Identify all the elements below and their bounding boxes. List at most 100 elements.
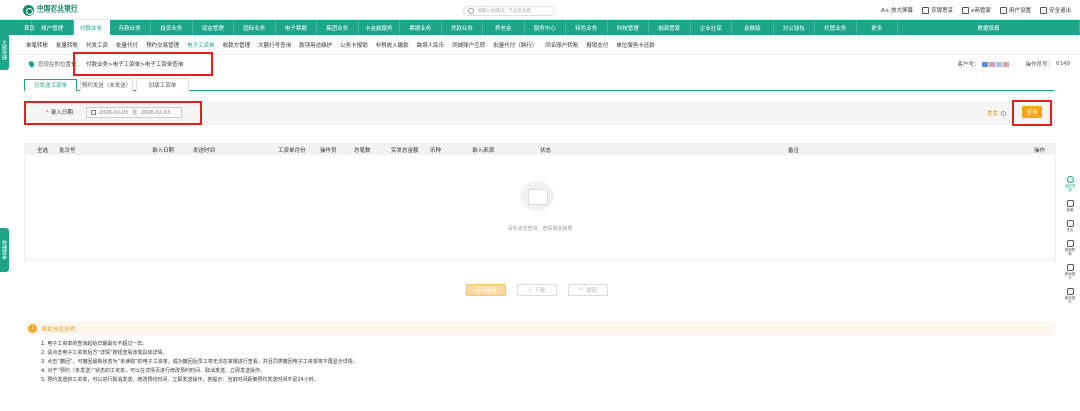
subnav-item[interactable]: 批量代付（跨行） — [493, 41, 537, 49]
abc-share-link[interactable]: 农银悉享 — [922, 6, 953, 14]
col-entry-date: 录入日期 — [152, 148, 175, 154]
nav-item[interactable]: 账户管理 — [32, 20, 74, 35]
operator-value: 0149 — [1056, 61, 1070, 67]
new-bank-tool[interactable]: 新版银行 — [1064, 264, 1076, 280]
tab-legacy-payslips[interactable]: 旧版工资单 — [136, 78, 189, 91]
phone-icon — [1066, 264, 1074, 271]
video-help-tool[interactable]: 视频帮助 — [1064, 240, 1076, 256]
entry-date-label: * 录入日期: — [46, 110, 75, 116]
date-separator: 至 — [132, 110, 138, 116]
download-button[interactable]: ⤓ 下载 — [517, 284, 557, 296]
subnav-item[interactable]: 款项用途维护 — [299, 41, 332, 49]
subnav-item[interactable]: 批量代付 — [116, 41, 138, 49]
query-button[interactable]: 查询 — [1022, 106, 1042, 118]
search-placeholder: 请输入关键词、产品及功能 — [477, 9, 531, 14]
reset-button[interactable]: 重置 — [987, 109, 1006, 117]
breadcrumb-label: 您现在的位置是： — [38, 62, 83, 68]
subnav-item[interactable]: 大额行号查询 — [258, 41, 291, 49]
user-icon — [999, 6, 1007, 14]
help-title: 帮助信息说明 — [42, 326, 76, 333]
large-amount-shortcut-tab[interactable]: 大额快捷 — [0, 30, 9, 70]
subnav-item[interactable]: 代发工资 — [86, 41, 108, 49]
subnav-item[interactable]: 电子工资单 — [187, 41, 215, 49]
nav-item[interactable]: 票据业务 — [400, 20, 442, 35]
search-icon — [468, 8, 474, 14]
subnav-item[interactable]: 报销支付 — [586, 41, 608, 49]
subnav-item[interactable]: 预约交易管理 — [146, 41, 179, 49]
nav-item[interactable]: 现金管理 — [193, 20, 234, 35]
col-total-count: 总笔数 — [354, 148, 371, 154]
nav-item[interactable]: 国际业务 — [234, 20, 276, 35]
feedback-tool[interactable]: 意见 — [1064, 220, 1076, 232]
nav-item[interactable]: 金融链 — [732, 20, 774, 35]
nav-item[interactable]: 贷款业务 — [442, 20, 483, 35]
subnav-item[interactable]: 收款方管理 — [223, 41, 251, 49]
subnav-item[interactable]: 公务卡报销 — [340, 41, 368, 49]
empty-state: 请先点击查询，查看相关结果 — [24, 155, 1056, 260]
col-source: 录入来源 — [472, 148, 495, 154]
tab-scheduled-unsent[interactable]: 预约发送（未发送） — [80, 78, 133, 91]
logout-link[interactable]: 安全退出 — [1039, 6, 1071, 14]
nav-item[interactable]: 卡金融服务 — [359, 20, 400, 35]
date-range-input[interactable]: 2026-02-03 至 2026-02-03 — [86, 107, 182, 118]
e-manager-link[interactable]: e商管家 — [962, 6, 991, 14]
quick-menu-tab[interactable]: 快捷菜单 — [0, 228, 9, 272]
account-info: 客户号： 操作员号： 0149 — [957, 60, 1070, 68]
zoom-link[interactable]: A+ 放大屏幕 — [881, 6, 913, 14]
nav-item[interactable]: 存款业务 — [110, 20, 151, 35]
top-icon — [1066, 176, 1074, 183]
nav-item[interactable]: 特色业务 — [566, 20, 608, 35]
nav-item[interactable]: 养老金 — [483, 20, 525, 35]
subnav-item[interactable]: 单位服务卡还款 — [616, 41, 655, 49]
e-manager-icon — [962, 6, 970, 14]
col-status: 状态 — [540, 148, 552, 154]
nav-item[interactable]: 企业社保 — [691, 20, 732, 35]
location-icon — [27, 60, 36, 68]
user-settings-link[interactable]: 用户设置 — [999, 6, 1031, 14]
nav-item[interactable]: 科技管理 — [608, 20, 649, 35]
feedback-icon — [1066, 220, 1074, 227]
sub-nav: 单笔转账 批量转账 代发工资 批量代付 预约交易管理 电子工资单 收款方管理 大额行号查询 款项… — [0, 35, 1080, 55]
nav-item[interactable]: 数据填报 — [898, 20, 1080, 35]
tab-sent-payslips[interactable]: 已发送工资单 — [24, 79, 77, 92]
nav-item[interactable]: 投资业务 — [151, 20, 193, 35]
subnav-item[interactable]: 批量转账 — [56, 41, 78, 49]
tab-bar: 已发送工资单 预约发送（未发送） 旧版工资单 — [24, 78, 1054, 92]
action-buttons: 打印报表 ⤓ 下载 ↶ 撤回 — [466, 284, 608, 296]
help-list: 1. 电子工资单的查询起始日期最长不超过一年。 2. 请点击电子工资单后方“详情… — [41, 340, 358, 385]
nav-item[interactable]: 服务中心 — [525, 20, 566, 35]
customer-service-tool[interactable]: 客服 — [1064, 200, 1076, 212]
col-select-all[interactable]: 全选 — [37, 146, 48, 154]
empty-box-icon — [520, 181, 554, 211]
help-item: 1. 电子工资单的查询起始日期最长不超过一年。 — [41, 341, 148, 347]
start-date[interactable]: 2026-02-03 — [99, 110, 128, 116]
col-payslip-month: 工资单月份 — [278, 148, 306, 154]
subnav-item[interactable]: 非税收入缴款 — [376, 41, 409, 49]
main-nav: 首页 账户管理 付款业务 存款业务 投资业务 现金管理 国际业务 电子票据 集团业务 卡金融服务票… — [0, 20, 1080, 35]
filter-panel: * 录入日期: 2026-02-03 至 2026-02-03 重置 查询 — [24, 101, 1056, 125]
print-report-button[interactable]: 打印报表 — [466, 284, 506, 296]
end-date[interactable]: 2026-02-03 — [141, 110, 170, 116]
refresh-icon — [1001, 110, 1006, 116]
subnav-item[interactable]: 单笔转账 — [26, 41, 48, 49]
subnav-item[interactable]: 跨境人民币 — [417, 41, 445, 49]
nav-item[interactable]: 集团业务 — [317, 20, 359, 35]
abc-logo-icon — [23, 4, 34, 16]
info-icon: i — [28, 324, 37, 333]
col-actions: 操作 — [1034, 148, 1046, 154]
search-input[interactable]: 请输入关键词、产品及功能 — [463, 6, 555, 16]
subnav-item[interactable]: 同名账户转账 — [545, 41, 578, 49]
revoke-button[interactable]: ↶ 撤回 — [568, 284, 608, 296]
bank-logo[interactable]: 中国农业银行 AGRICULTURAL BANK OF CHINA — [23, 4, 78, 16]
nav-item[interactable]: 更多 — [857, 20, 898, 35]
nav-item[interactable]: 电子票据 — [276, 20, 317, 35]
nav-item[interactable]: 融资管家 — [649, 20, 691, 35]
help-item: 4. 对于“预约（未发送）”状态的工资单，可以在详情页进行修改预约时间、取消发送… — [41, 368, 266, 374]
back-to-top-tool[interactable]: 返回顶部 — [1064, 176, 1076, 192]
nav-item[interactable]: 托管业务 — [815, 20, 857, 35]
nav-item[interactable]: 对公钱包 — [774, 20, 815, 35]
subnav-item[interactable]: 同城账户互转 — [452, 41, 485, 49]
help-item: 3. 点击“撤回”，可撤回最新状态为“未读取”的电子工资单，成功撤回后员工将无法… — [41, 359, 358, 365]
wechat-bank-tool[interactable]: 微信银行 — [1064, 288, 1076, 304]
nav-item[interactable]: 付款业务 — [73, 20, 110, 35]
